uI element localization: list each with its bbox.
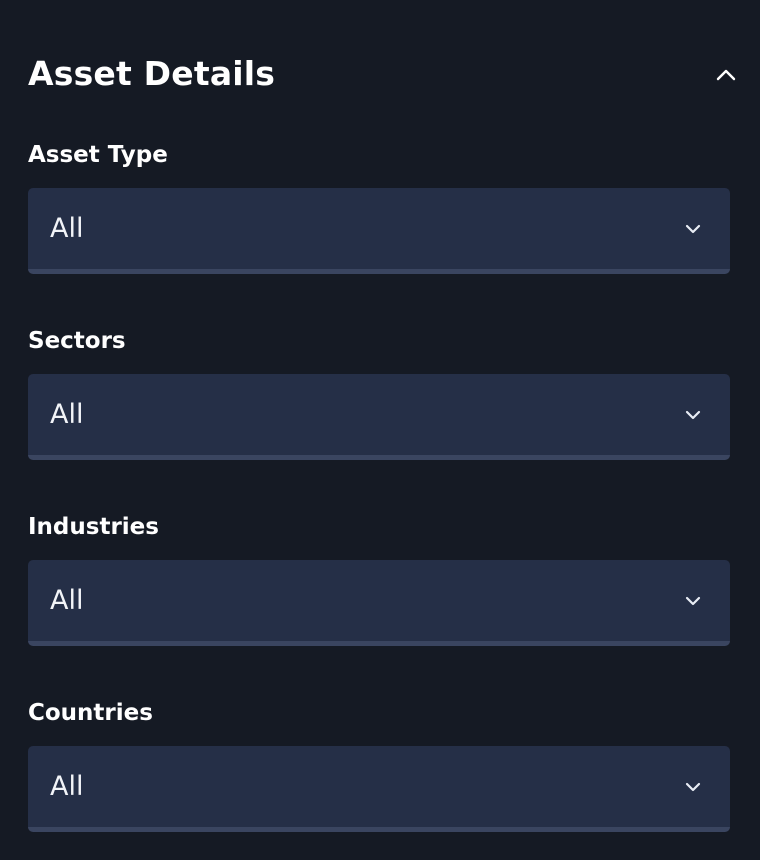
chevron-down-icon	[682, 404, 704, 426]
sectors-select[interactable]: All	[28, 374, 730, 460]
field-sectors: Sectors All	[28, 326, 730, 460]
industries-select[interactable]: All	[28, 560, 730, 646]
countries-label: Countries	[28, 700, 153, 726]
chevron-down-icon	[682, 776, 704, 798]
section-title: Asset Details	[28, 54, 276, 93]
countries-value: All	[50, 771, 84, 802]
section-header: Asset Details	[28, 0, 736, 148]
asset-details-panel: Asset Details Asset Type All Sectors All	[0, 0, 760, 860]
industries-value: All	[50, 585, 84, 616]
asset-type-label: Asset Type	[28, 142, 168, 168]
field-countries: Countries All	[28, 698, 730, 832]
chevron-up-icon	[716, 69, 736, 81]
asset-type-value: All	[50, 213, 84, 244]
field-asset-type: Asset Type All	[28, 140, 730, 274]
sectors-value: All	[50, 399, 84, 430]
chevron-down-icon	[682, 218, 704, 240]
asset-type-select[interactable]: All	[28, 188, 730, 274]
industries-label: Industries	[28, 514, 159, 540]
countries-select[interactable]: All	[28, 746, 730, 832]
field-industries: Industries All	[28, 512, 730, 646]
chevron-down-icon	[682, 590, 704, 612]
sectors-label: Sectors	[28, 328, 126, 354]
collapse-section-button[interactable]	[708, 58, 744, 92]
